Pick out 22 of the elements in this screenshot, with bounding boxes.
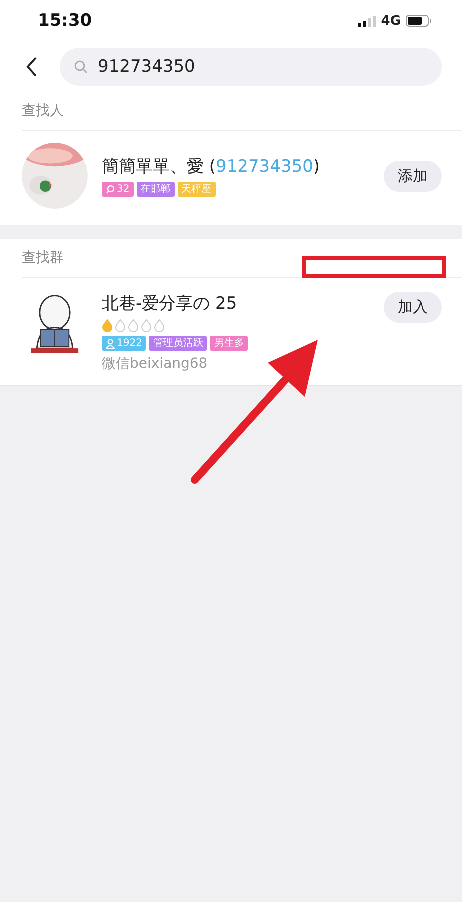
add-button[interactable]: 添加 [384,160,442,192]
group-subtitle: 微信beixiang68 [102,355,209,373]
status-time: 15:30 [38,11,92,31]
battery-icon [406,15,432,27]
section-title: 查找人 [22,102,64,120]
signal-icon [358,16,376,26]
search-field[interactable]: 912734350 [60,48,442,86]
tag: 32 [102,182,134,197]
group-name: 北巷-爱分享の 25 [102,293,238,315]
person-icon [106,338,115,348]
search-icon [106,185,115,194]
tag: 1922 [102,336,146,351]
tag: 管理员活跃 [149,336,208,351]
section-title: 查找群 [22,249,64,267]
search-icon [74,60,88,74]
join-button[interactable]: 加入 [384,292,442,323]
tag: 天秤座 [178,182,216,197]
user-name: 簡簡單單、愛 (912734350) [102,156,322,178]
back-icon[interactable] [26,57,38,77]
tag: 男生多 [210,336,248,351]
network-label: 4G [381,14,401,28]
tag: 在邯郸 [136,182,175,197]
